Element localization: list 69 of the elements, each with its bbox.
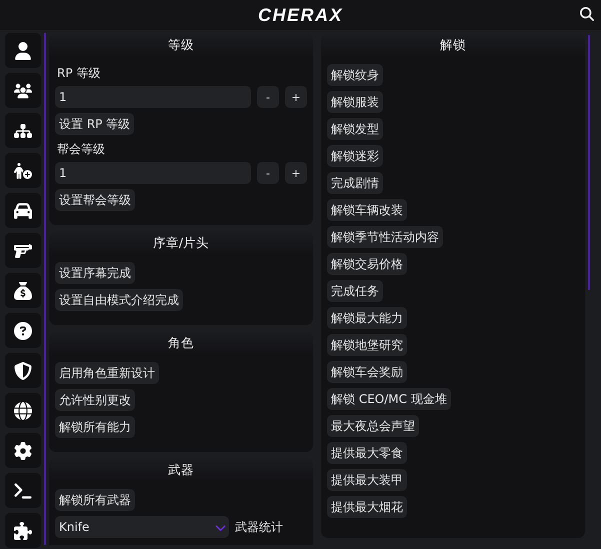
sidebar-item[interactable] <box>5 33 41 68</box>
person-add-icon <box>14 162 32 180</box>
globe-icon <box>14 402 32 420</box>
action-button[interactable]: 启用角色重新设计 <box>55 362 159 384</box>
action-button[interactable]: 解锁季节性活动内容 <box>327 226 443 248</box>
action-button[interactable]: 允许性别更改 <box>55 389 135 411</box>
action-button[interactable]: 完成剧情 <box>327 172 383 194</box>
action-button[interactable]: 解锁交易价格 <box>327 253 407 275</box>
sidebar-item[interactable] <box>5 393 41 428</box>
action-button[interactable]: 提供最大烟花 <box>327 496 407 518</box>
weapon-dropdown[interactable]: Knife <box>55 516 229 538</box>
scrollbar-thumb[interactable] <box>44 33 46 545</box>
help-icon <box>14 322 32 340</box>
action-button[interactable]: 解锁服装 <box>327 91 383 113</box>
action-button[interactable]: 解锁最大能力 <box>327 307 407 329</box>
action-button[interactable]: 解锁迷彩 <box>327 145 383 167</box>
number-field[interactable]: 1 <box>55 86 251 108</box>
sidebar-item[interactable] <box>5 193 41 228</box>
sidebar-item[interactable] <box>5 313 41 348</box>
sidebar-item[interactable] <box>5 153 41 188</box>
shield-icon <box>14 362 32 380</box>
action-button[interactable]: 解锁地堡研究 <box>327 334 407 356</box>
field-label: 帮会等级 <box>56 142 106 156</box>
money-bag-icon <box>14 282 32 300</box>
scrollbar-thumb[interactable] <box>588 35 590 290</box>
field-label: RP 等级 <box>56 66 102 80</box>
increment-button[interactable]: + <box>285 162 307 184</box>
action-button[interactable]: 设置 RP 等级 <box>55 113 134 135</box>
sidebar-item[interactable] <box>5 233 41 268</box>
users-icon <box>14 82 32 100</box>
settings-icon <box>14 442 32 460</box>
decrement-button[interactable]: - <box>257 86 279 108</box>
car-icon <box>14 202 32 220</box>
action-button[interactable]: 解锁车辆改装 <box>327 199 407 221</box>
pistol-icon <box>14 242 32 260</box>
action-button[interactable]: 解锁纹身 <box>327 64 383 86</box>
action-button[interactable]: 设置序幕完成 <box>55 262 135 284</box>
section-title: 等级 <box>168 37 194 54</box>
network-icon <box>14 122 32 140</box>
action-button[interactable]: 解锁 CEO/MC 现金堆 <box>327 388 451 410</box>
dropdown-label: 武器统计 <box>235 518 283 536</box>
sidebar-item[interactable] <box>5 433 41 468</box>
action-button[interactable]: 设置自由模式介绍完成 <box>55 289 183 311</box>
action-button[interactable]: 解锁车会奖励 <box>327 361 407 383</box>
puzzle-icon <box>14 522 32 540</box>
action-button[interactable]: 解锁发型 <box>327 118 383 140</box>
search-icon[interactable] <box>580 7 594 21</box>
action-button[interactable]: 设置帮会等级 <box>55 189 135 211</box>
sidebar-item[interactable] <box>5 73 41 108</box>
sidebar-item[interactable] <box>5 273 41 308</box>
sidebar-item[interactable] <box>5 513 41 548</box>
action-button[interactable]: 完成任务 <box>327 280 383 302</box>
sidebar-item[interactable] <box>5 113 41 148</box>
action-button[interactable]: 提供最大装甲 <box>327 469 407 491</box>
action-button[interactable]: 解锁所有能力 <box>55 416 135 438</box>
sidebar-item[interactable] <box>5 353 41 388</box>
increment-button[interactable]: + <box>285 86 307 108</box>
app-logo: CHERAX <box>258 4 343 26</box>
sidebar-item[interactable] <box>5 473 41 508</box>
section-title: 序章/片头 <box>152 235 210 252</box>
section-title: 解锁 <box>440 37 466 54</box>
decrement-button[interactable]: - <box>257 162 279 184</box>
action-button[interactable]: 提供最大零食 <box>327 442 407 464</box>
user-icon <box>14 42 32 60</box>
action-button[interactable]: 解锁所有武器 <box>55 489 135 511</box>
section-title: 角色 <box>168 335 194 352</box>
action-button[interactable]: 最大夜总会声望 <box>327 415 419 437</box>
section-title: 武器 <box>168 462 194 479</box>
number-field[interactable]: 1 <box>55 162 251 184</box>
